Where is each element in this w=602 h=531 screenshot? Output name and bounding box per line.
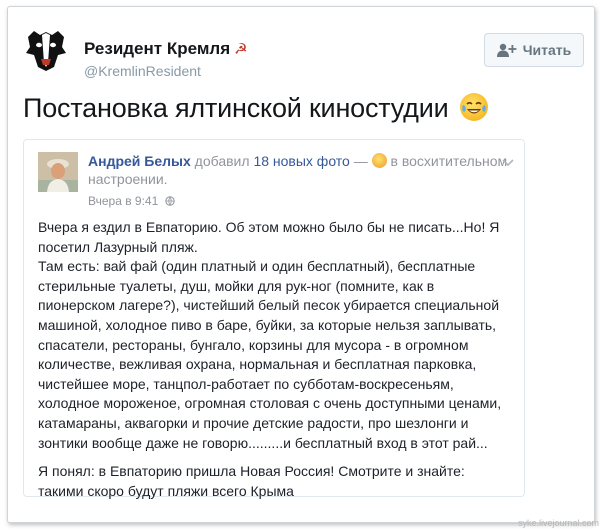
avatar[interactable]: [20, 23, 72, 75]
post-timestamp[interactable]: Вчера в 9:41: [88, 194, 175, 208]
badger-logo-icon: [20, 23, 72, 75]
post-paragraph: Я понял: в Евпаторию пришла Новая Россия…: [38, 463, 465, 499]
photos-link[interactable]: 18 новых фото: [253, 153, 349, 169]
poster-photo-icon: [38, 152, 78, 192]
post-dash: —: [349, 153, 372, 169]
tweet-card: Резидент Кремля ☭ @KremlinResident Читать…: [7, 6, 595, 523]
feeling-emoji-icon: [371, 153, 387, 168]
post-header: Андрей Белых добавил 18 новых фото — в в…: [88, 152, 508, 188]
hammer-sickle-icon: ☭: [234, 41, 248, 58]
follow-button[interactable]: Читать: [484, 33, 584, 67]
author-handle[interactable]: @KremlinResident: [84, 63, 201, 79]
globe-icon: [164, 196, 175, 206]
tweet-text: Постановка ялтинской киностудии: [23, 93, 488, 124]
add-user-icon: [496, 43, 517, 57]
post-timestamp-text: Вчера в 9:41: [88, 194, 159, 208]
embedded-facebook-post[interactable]: Андрей Белых добавил 18 новых фото — в в…: [23, 139, 525, 499]
post-paragraph: Вчера я ездил в Евпаторию. Об этом можно…: [38, 219, 500, 255]
post-paragraph: Там есть: вай фай (один платный и один б…: [38, 258, 502, 451]
poster-name-link[interactable]: Андрей Белых: [88, 153, 191, 169]
watermark: syke.livejournal.com: [518, 518, 600, 528]
tears-of-joy-icon: [459, 93, 488, 121]
chevron-down-icon[interactable]: [502, 154, 514, 172]
tweet-text-content: Постановка ялтинской киностудии: [23, 93, 449, 123]
poster-avatar[interactable]: [38, 152, 78, 192]
author-name[interactable]: Резидент Кремля ☭: [84, 39, 248, 59]
follow-button-label: Читать: [522, 42, 572, 58]
post-body: Вчера я ездил в Евпаторию. Об этом можно…: [38, 218, 514, 501]
post-action-text: добавил: [190, 153, 254, 169]
author-name-text: Резидент Кремля: [84, 39, 231, 58]
